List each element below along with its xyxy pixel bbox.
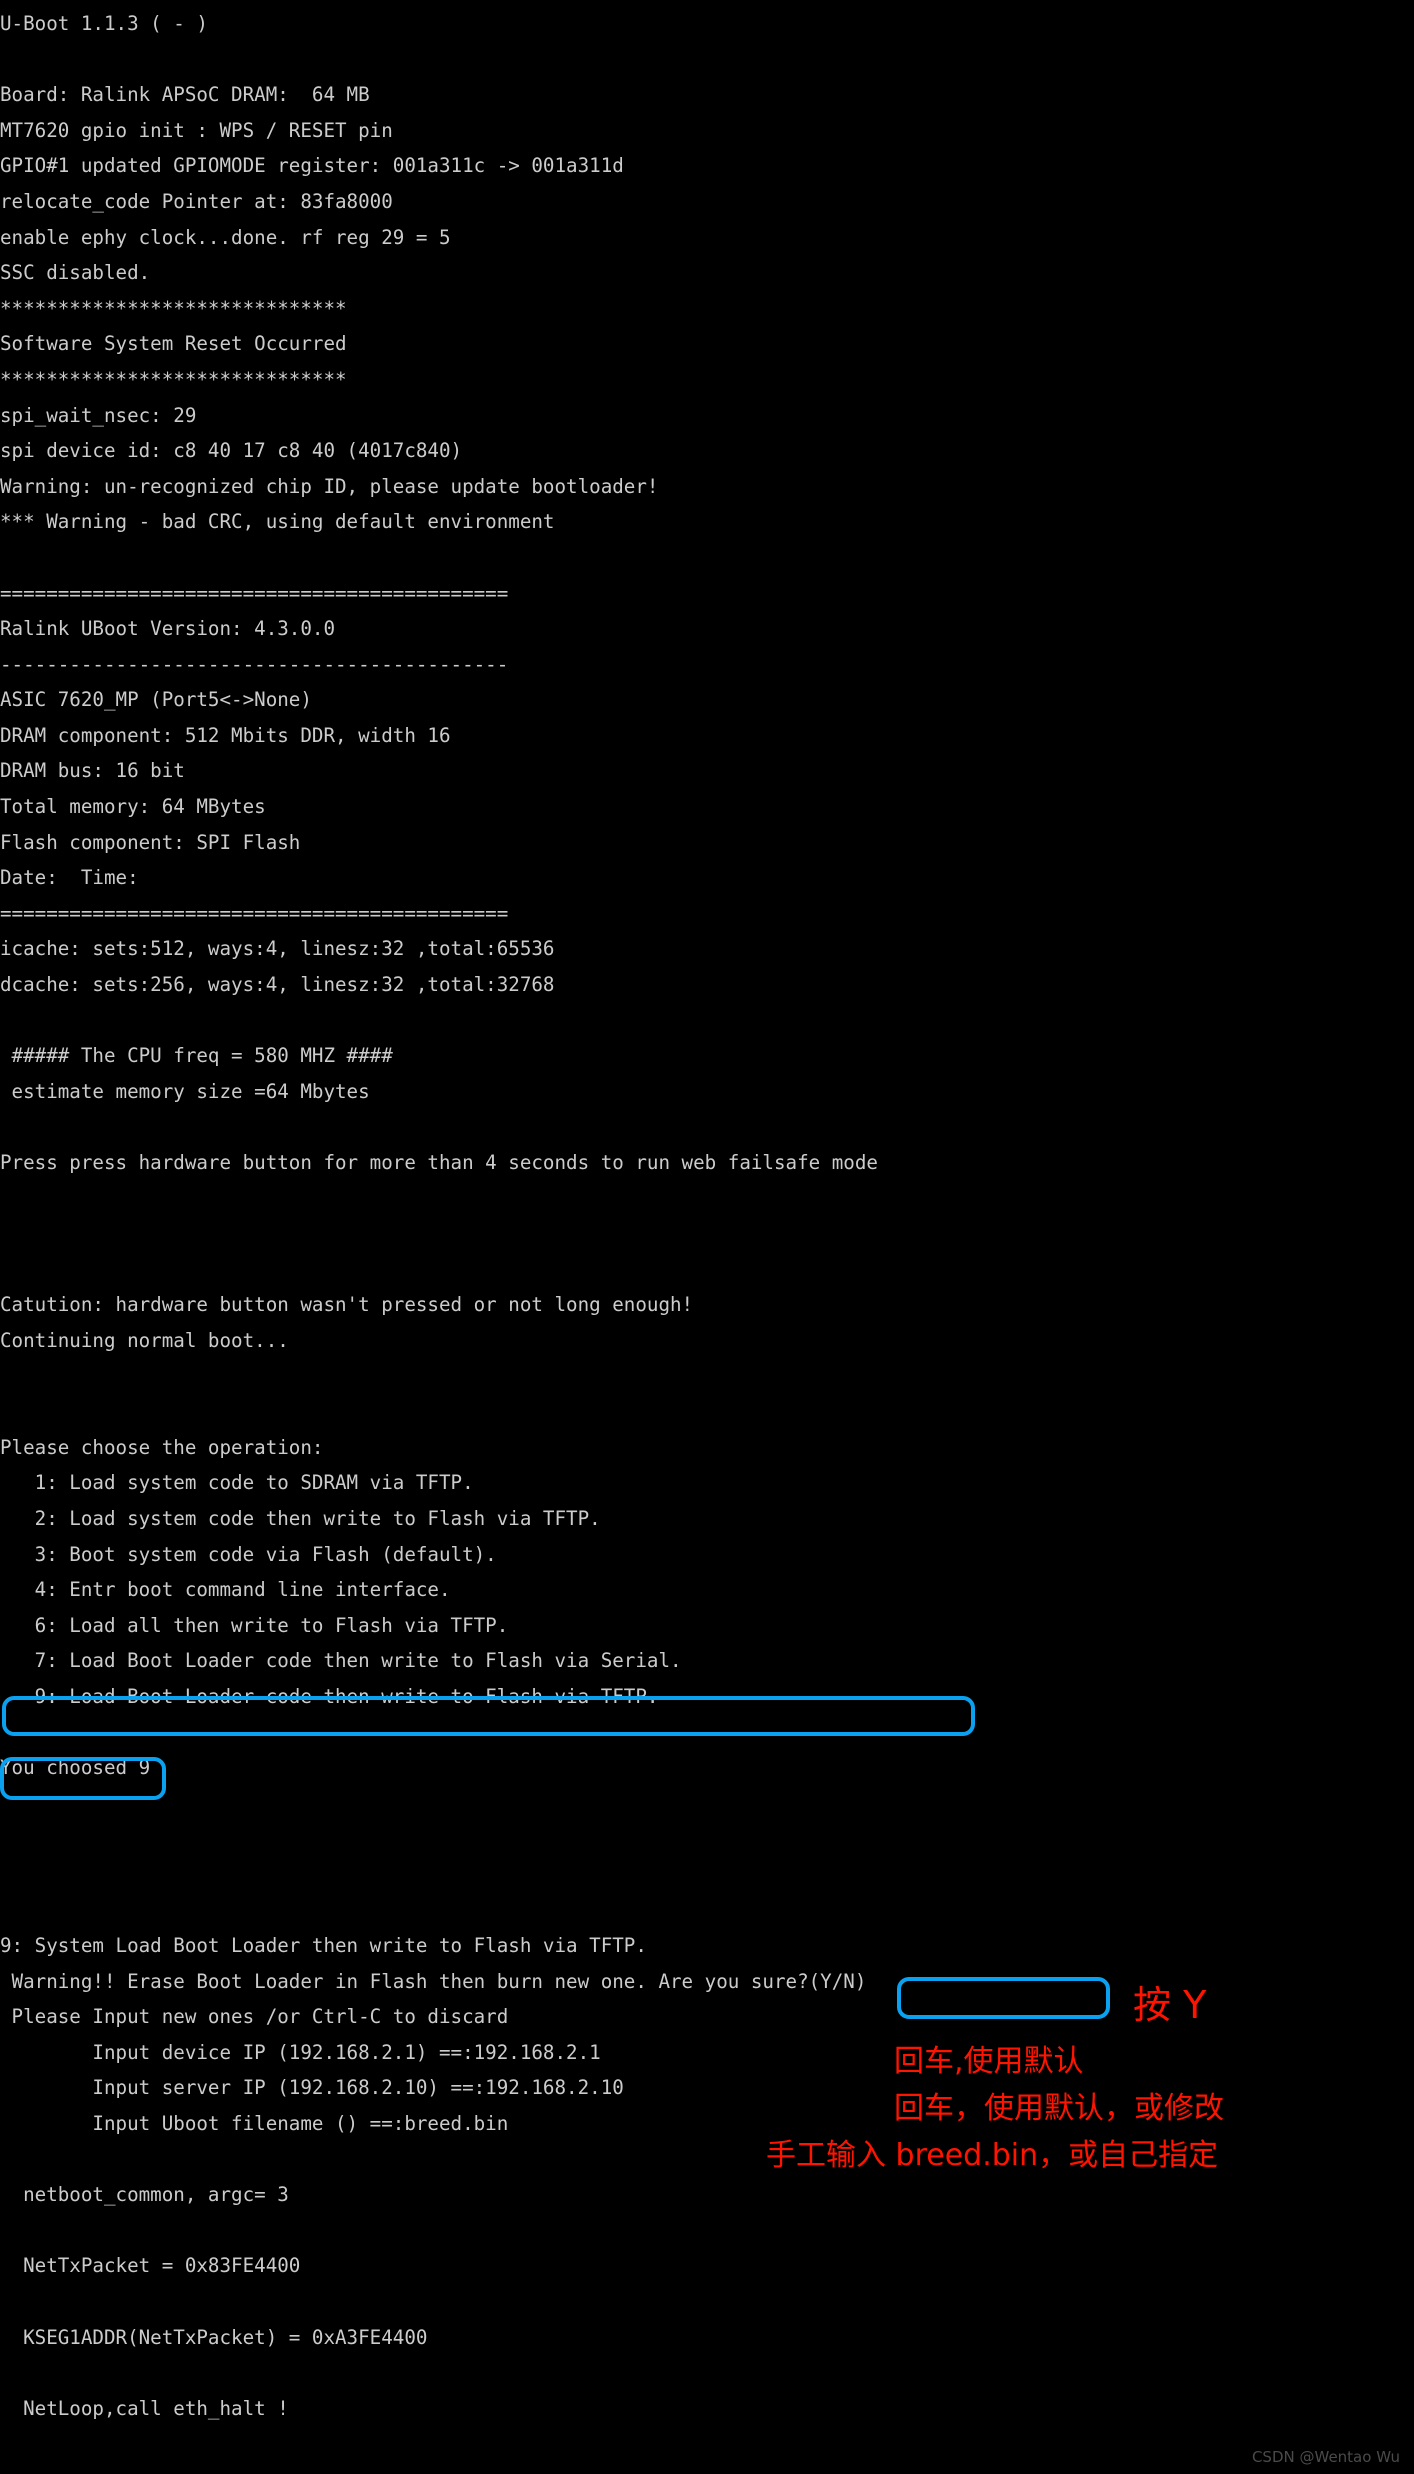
terminal-line: NetTxPacket = 0x83FE4400 xyxy=(0,2254,301,2278)
terminal-line: Please choose the operation: xyxy=(0,1435,324,1459)
terminal-line: Board: Ralink APSoC DRAM: 64 MB xyxy=(0,83,370,107)
terminal-line: 7: Load Boot Loader code then write to F… xyxy=(0,1649,682,1673)
terminal-line: Total memory: 64 MBytes xyxy=(0,795,266,819)
terminal-line: KSEG1ADDR(NetTxPacket) = 0xA3FE4400 xyxy=(0,2325,428,2349)
terminal-line: Continuing normal boot... xyxy=(0,1328,289,1352)
terminal-line: estimate memory size =64 Mbytes xyxy=(0,1079,370,1103)
terminal-line: Warning: un-recognized chip ID, please u… xyxy=(0,474,659,498)
terminal-line: icache: sets:512, ways:4, linesz:32 ,tot… xyxy=(0,937,555,961)
terminal-line: Press press hardware button for more tha… xyxy=(0,1151,878,1174)
terminal-line: ASIC 7620_MP (Port5<->None) xyxy=(0,688,312,712)
terminal-line: Catution: hardware button wasn't pressed… xyxy=(0,1293,694,1317)
terminal-line: ----------------------------------------… xyxy=(0,652,509,676)
manual-input-note: 手工输入 breed.bin，或自己指定 xyxy=(766,2138,1219,2173)
terminal-line: enable ephy clock...done. rf reg 29 = 5 xyxy=(0,225,451,249)
terminal-line: 9: Load Boot Loader code then write to F… xyxy=(0,1684,659,1708)
terminal-line: Input device IP (192.168.2.1) ==:192.168… xyxy=(0,2040,601,2064)
terminal-line: ##### The CPU freq = 580 MHZ #### xyxy=(0,1044,393,1068)
terminal-line: 3: Boot system code via Flash (default). xyxy=(0,1542,497,1566)
terminal-line: GPIO#1 updated GPIOMODE register: 001a31… xyxy=(0,154,624,178)
terminal-line: *** Warning - bad CRC, using default env… xyxy=(0,510,555,534)
terminal-line: NetLoop,call eth_halt ! xyxy=(0,2396,289,2420)
terminal-line: spi device id: c8 40 17 c8 40 (4017c840) xyxy=(0,439,463,463)
terminal-line: 1: Load system code to SDRAM via TFTP. xyxy=(0,1471,474,1495)
press-y-note: 按 Y xyxy=(1133,1983,1207,2027)
csdn-watermark: CSDN @Wentao Wu xyxy=(1251,2448,1400,2466)
enter-default-or-modify-note: 回车，使用默认，或修改 xyxy=(894,2091,1224,2126)
terminal-line: Flash component: SPI Flash xyxy=(0,830,301,854)
terminal-line: dcache: sets:256, ways:4, linesz:32 ,tot… xyxy=(0,973,555,997)
terminal-output: U-Boot 1.1.3 ( - ) Board: Ralink APSoC DR… xyxy=(0,0,1414,2426)
enter-default-note: 回车,使用默认 xyxy=(894,2044,1084,2079)
terminal-line: ========================================… xyxy=(0,901,509,925)
terminal-line: SSC disabled. xyxy=(0,261,151,285)
terminal-line: spi_wait_nsec: 29 xyxy=(0,403,197,427)
terminal-line: 2: Load system code then write to Flash … xyxy=(0,1506,601,1530)
terminal-line: netboot_common, argc= 3 xyxy=(0,2183,289,2207)
terminal-line: MT7620 gpio init : WPS / RESET pin xyxy=(0,118,393,142)
terminal-line: relocate_code Pointer at: 83fa8000 xyxy=(0,189,393,213)
terminal-line: 6: Load all then write to Flash via TFTP… xyxy=(0,1613,509,1637)
terminal-line: DRAM bus: 16 bit xyxy=(0,759,185,783)
terminal-line: 4: Entr boot command line interface. xyxy=(0,1578,451,1602)
terminal-line: Ralink UBoot Version: 4.3.0.0 xyxy=(0,617,336,641)
terminal-line: DRAM component: 512 Mbits DDR, width 16 xyxy=(0,723,451,747)
terminal-line: ****************************** xyxy=(0,367,347,391)
terminal-line: Software System Reset Occurred xyxy=(0,332,347,356)
terminal-line: ========================================… xyxy=(0,581,509,605)
terminal-line: Date: Time: xyxy=(0,866,139,890)
terminal-line: You choosed 9 xyxy=(0,1756,151,1780)
terminal-line: U-Boot 1.1.3 ( - ) xyxy=(0,12,208,35)
terminal-line: 9: System Load Boot Loader then write to… xyxy=(0,1934,647,1958)
terminal-line: ****************************** xyxy=(0,296,347,320)
